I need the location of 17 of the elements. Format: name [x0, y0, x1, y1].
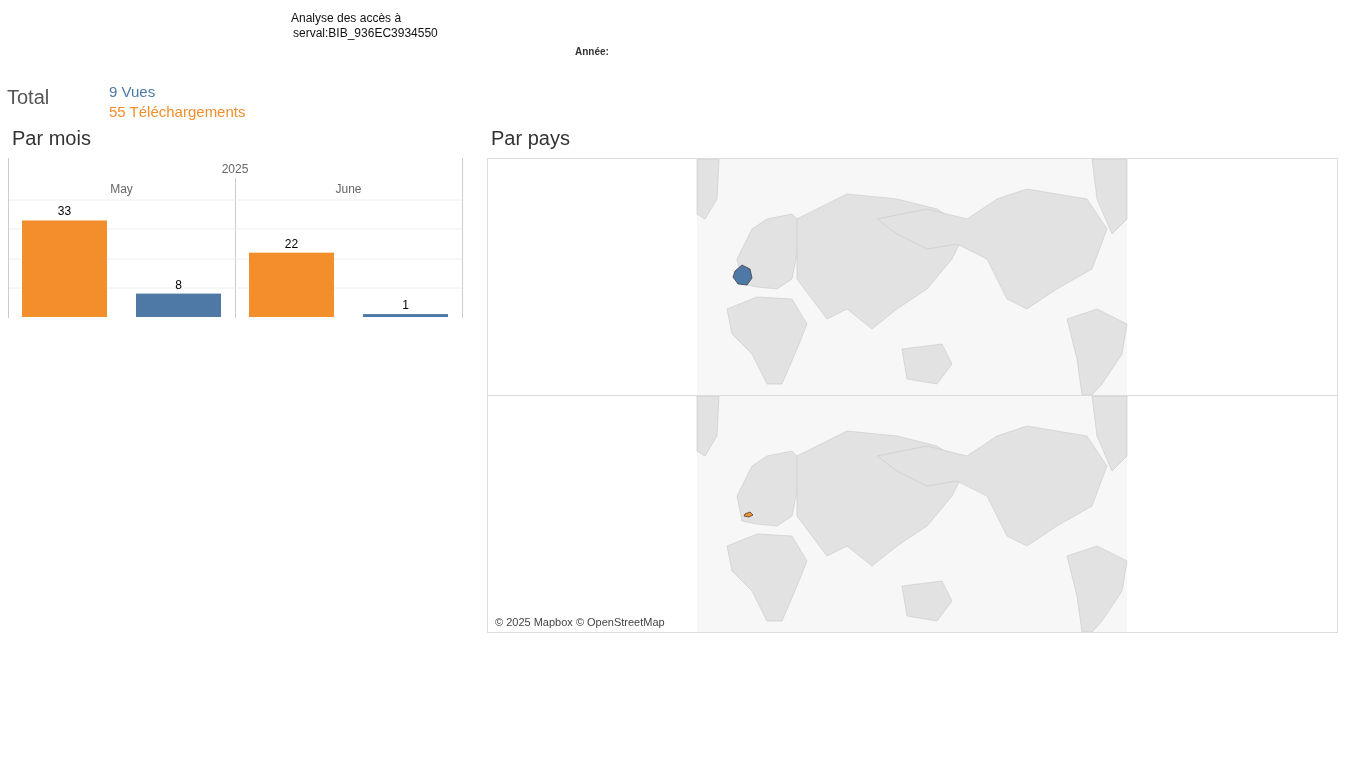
year-axis-label: 2025 [221, 162, 249, 176]
total-label: Total [7, 86, 50, 108]
month-label: May [110, 182, 133, 196]
country-shape[interactable] [732, 264, 753, 286]
month-label: June [335, 182, 362, 196]
data-label: 22 [284, 236, 299, 251]
year-filter-label: Année: [575, 46, 609, 57]
section-heading: Par mois [12, 127, 91, 149]
total-count: 55 Téléchargements [109, 102, 246, 122]
data-label: 1 [402, 298, 409, 313]
country-shape[interactable] [743, 511, 754, 518]
data-label: 33 [57, 204, 72, 219]
section-heading: Par pays [491, 127, 570, 149]
data-label: 8 [175, 277, 182, 292]
report-title: Analyse des accès à serval:BIB_936EC3934550 [291, 11, 439, 41]
total-count: 9 Vues [109, 82, 157, 102]
map-attribution: © 2025 Mapbox © OpenStreetMap [492, 615, 668, 629]
